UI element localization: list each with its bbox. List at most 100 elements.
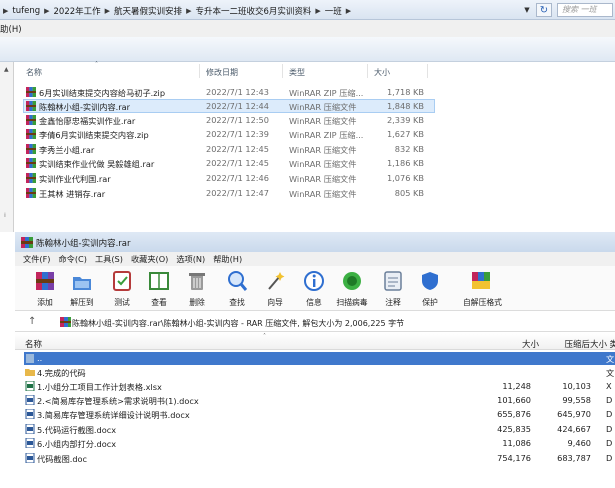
parent-folder-icon	[26, 354, 34, 363]
menu-favorites[interactable]: 收藏夹(O)	[131, 253, 168, 265]
menu-options[interactable]: 选项(N)	[176, 253, 205, 265]
menu-file[interactable]: 文件(F)	[23, 253, 50, 265]
pane-splitter-icon[interactable]: ⁞	[4, 212, 6, 219]
file-list-header: 名称 ˄ 修改日期 类型 大小	[15, 61, 615, 80]
menu-tools[interactable]: 工具(S)	[95, 253, 123, 265]
search-input[interactable]: 搜索 一班	[557, 3, 613, 17]
archive-item-size: 655,876	[497, 409, 531, 419]
view-button[interactable]: 查看	[141, 270, 177, 308]
file-row[interactable]: 实训结束作业代做 吴毅雄组.rar 2022/7/1 12:45 WinRAR 压缩…	[24, 157, 434, 169]
archive-file-icon	[26, 173, 36, 183]
file-date: 2022/7/1 12:50	[206, 115, 269, 125]
file-row[interactable]: 实训作业代利国.rar 2022/7/1 12:46 WinRAR 压缩文件 1,07…	[24, 172, 434, 184]
word-file-icon	[25, 453, 35, 463]
delete-button[interactable]: 删除	[179, 270, 215, 308]
tool-label: 添加	[37, 298, 53, 307]
up-folder-icon[interactable]: ↑	[28, 316, 36, 327]
column-size[interactable]: 大小	[374, 67, 390, 78]
menu-command[interactable]: 命令(C)	[58, 253, 86, 265]
column-divider[interactable]	[367, 64, 368, 78]
file-row[interactable]: 李秀兰小组.rar 2022/7/1 12:45 WinRAR 压缩文件 832 KB	[24, 143, 434, 155]
test-icon	[113, 271, 131, 291]
archive-row[interactable]: 5.代码运行截图.docx 425,835 424,667 D	[24, 423, 615, 436]
archive-item-packed: 645,970	[557, 409, 591, 419]
file-name: 王其林 进销存.rar	[39, 189, 106, 199]
file-type: WinRAR 压缩文件	[289, 159, 357, 169]
chevron-right-icon[interactable]: ▶	[346, 7, 351, 15]
archive-row[interactable]: 2.<简易库存管理系统>需求说明书(1).docx 101,660 99,558 D	[24, 394, 615, 407]
archive-file-icon	[26, 144, 36, 154]
archive-item-name: ..	[37, 353, 43, 363]
refresh-icon[interactable]: ↻	[536, 3, 552, 17]
archive-row[interactable]: .. 文	[24, 352, 615, 365]
archive-file-icon	[26, 158, 36, 168]
archive-icon	[60, 317, 71, 327]
comment-button[interactable]: 注释	[375, 270, 411, 308]
menu-bar	[0, 20, 615, 37]
word-file-icon	[25, 438, 35, 448]
archive-item-name: 代码截图.doc	[37, 454, 88, 464]
address-dropdown-icon[interactable]: ▼	[520, 3, 534, 17]
column-divider[interactable]	[282, 64, 283, 78]
extract-button[interactable]: 解压到	[64, 270, 100, 308]
file-row[interactable]: 李倩6月实训结束提交内容.zip 2022/7/1 12:39 WinRAR ZIP…	[24, 128, 434, 140]
column-type[interactable]: 类型	[289, 67, 305, 78]
archive-item-type: D	[606, 453, 613, 463]
menu-help[interactable]: 帮助(H)	[213, 253, 242, 265]
archive-row[interactable]: 3.简易库存管理系统详细设计说明书.docx 655,876 645,970 D	[24, 408, 615, 421]
breadcrumb-item[interactable]: tufeng	[12, 6, 40, 16]
file-row[interactable]: 6月实训结束提交内容给马初子.zip 2022/7/1 12:43 WinRAR Z…	[24, 86, 434, 98]
file-size: 1,627 KB	[386, 129, 424, 139]
breadcrumb-item[interactable]: 2022年工作	[54, 5, 101, 17]
winrar-menu-bar: 文件(F) 命令(C) 工具(S) 收藏夹(O) 选项(N) 帮助(H)	[15, 252, 615, 266]
column-name[interactable]: 名称	[25, 338, 42, 350]
add-icon	[36, 272, 54, 290]
navigation-pane[interactable]: ▲ ⁞	[0, 62, 14, 232]
menu-help[interactable]: 助(H)	[0, 23, 22, 35]
sfx-button[interactable]: 自解压格式	[463, 270, 502, 308]
chevron-right-icon[interactable]: ▶	[44, 7, 49, 15]
file-name: 实训结束作业代做 吴毅雄组.rar	[39, 159, 155, 169]
test-button[interactable]: 测试	[104, 270, 140, 308]
tool-label: 测试	[114, 298, 130, 307]
file-date: 2022/7/1 12:47	[206, 188, 269, 198]
file-row[interactable]: 陈翰林小组-实训内容.rar 2022/7/1 12:44 WinRAR 压缩文件 1…	[23, 99, 435, 113]
chevron-right-icon[interactable]: ▶	[315, 7, 320, 15]
column-packed[interactable]: 压缩后大小	[564, 338, 607, 350]
wizard-button[interactable]: 向导	[257, 270, 293, 308]
column-divider[interactable]	[199, 64, 200, 78]
breadcrumb-item[interactable]: 一班	[325, 5, 342, 17]
archive-item-type: D	[606, 438, 613, 448]
command-bar	[0, 37, 615, 62]
file-size: 1,186 KB	[386, 158, 424, 168]
archive-item-size: 11,248	[502, 381, 531, 391]
archive-row[interactable]: 6.小组内部打分.docx 11,086 9,460 D	[24, 437, 615, 450]
protect-button[interactable]: 保护	[412, 270, 448, 308]
archive-row[interactable]: 代码截图.doc 754,176 683,787 D	[24, 452, 615, 465]
file-name: 金鑫怡廖忠福实训作业.rar	[39, 116, 136, 126]
find-button[interactable]: 查找	[219, 270, 255, 308]
add-button[interactable]: 添加	[27, 270, 63, 308]
archive-row[interactable]: 4.完成的代码 文	[24, 366, 615, 379]
chevron-right-icon[interactable]: ▶	[105, 7, 110, 15]
winrar-logo-icon	[21, 237, 33, 248]
column-date[interactable]: 修改日期	[206, 67, 238, 78]
file-row[interactable]: 金鑫怡廖忠福实训作业.rar 2022/7/1 12:50 WinRAR 压缩文件 2…	[24, 114, 434, 126]
archive-item-type: D	[606, 424, 613, 434]
scroll-up-icon[interactable]: ▲	[4, 66, 9, 73]
column-divider[interactable]	[427, 64, 428, 78]
virus-scan-button[interactable]: 扫描病毒	[334, 270, 370, 308]
archive-row[interactable]: 1.小组分工项目工作计划表格.xlsx 11,248 10,103 X	[24, 380, 615, 393]
breadcrumb-item[interactable]: 专升本一二班收交6月实训资料	[195, 5, 311, 17]
column-name[interactable]: 名称	[26, 67, 42, 78]
column-type[interactable]: 类	[609, 338, 615, 350]
info-button[interactable]: 信息	[296, 270, 332, 308]
file-name: 李秀兰小组.rar	[39, 145, 95, 155]
file-row[interactable]: 王其林 进销存.rar 2022/7/1 12:47 WinRAR 压缩文件 805 …	[24, 187, 434, 199]
breadcrumb-item[interactable]: 航天暑假实训安排	[114, 5, 182, 17]
chevron-right-icon[interactable]: ▶	[186, 7, 191, 15]
column-size[interactable]: 大小	[522, 338, 539, 350]
file-type: WinRAR 压缩文件	[289, 145, 357, 155]
file-type: WinRAR 压缩文件	[289, 189, 357, 199]
file-type: WinRAR 压缩文件	[289, 102, 357, 112]
